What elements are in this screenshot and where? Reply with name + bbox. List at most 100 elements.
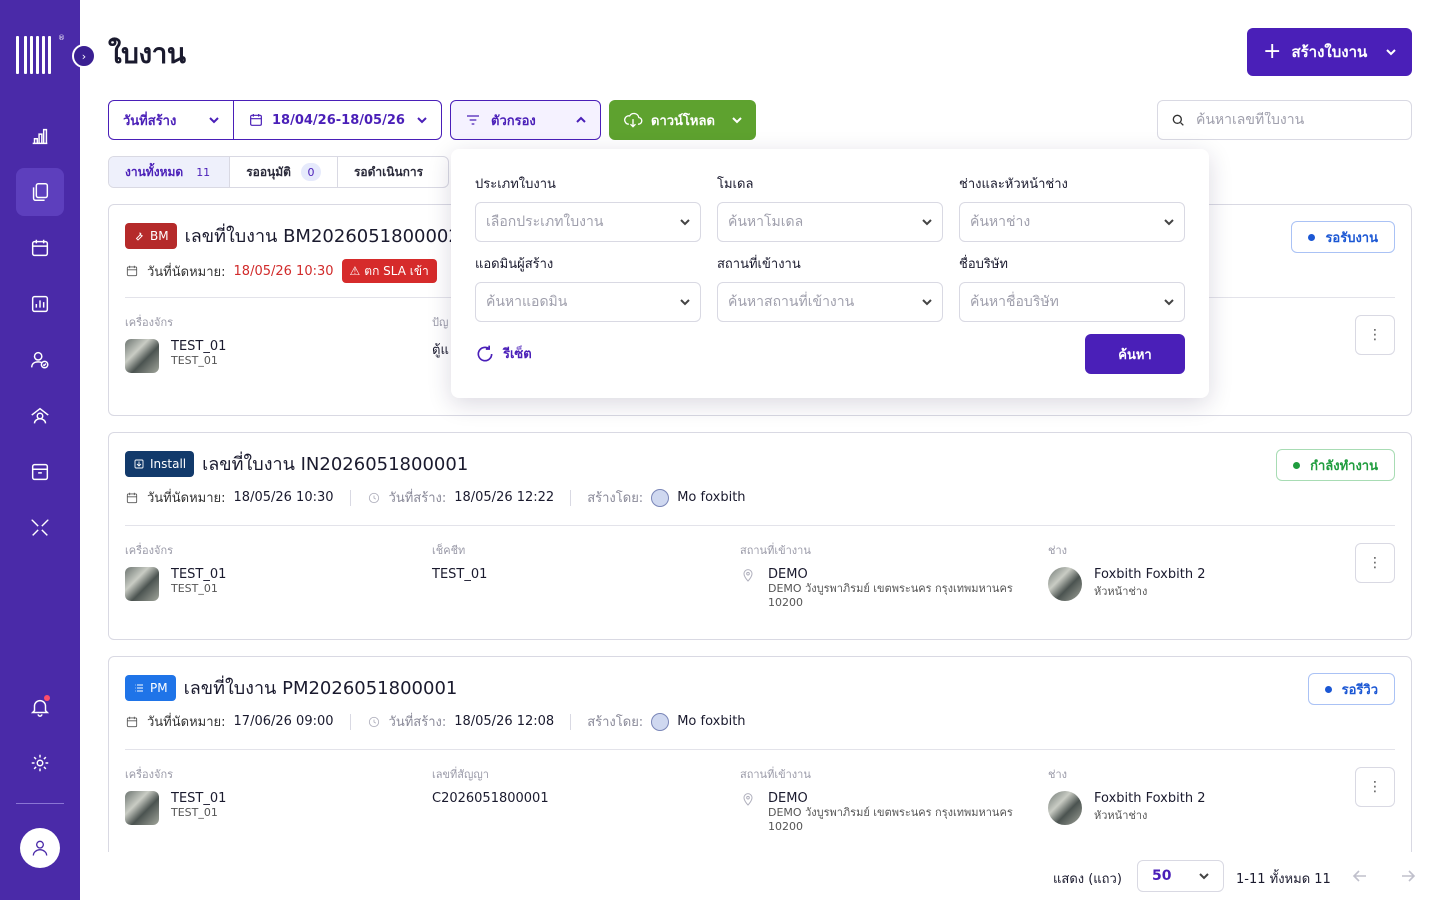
type-badge: BM bbox=[125, 222, 177, 249]
date-range-picker[interactable]: 18/04/26-18/05/26 bbox=[234, 101, 441, 139]
search-label: ค้นหา bbox=[1118, 347, 1152, 363]
admin-select[interactable]: ค้นหาแอดมิน bbox=[475, 282, 701, 322]
prev-page-button[interactable] bbox=[1350, 866, 1370, 886]
location-select[interactable]: ค้นหาสถานที่เข้างาน bbox=[717, 282, 943, 322]
pagination-range: 1-11 ทั้งหมด 11 bbox=[1236, 872, 1331, 887]
checksheet-value: TEST_01 bbox=[432, 567, 488, 582]
created-by-value: Mo foxbith bbox=[677, 490, 746, 505]
select-placeholder: เลือกประเภทใบงาน bbox=[486, 214, 604, 230]
cloud-download-icon bbox=[624, 112, 643, 128]
pagination-bar: แสดง (แถว) 50 1-11 ทั้งหมด 11 bbox=[80, 852, 1440, 900]
type-badge: PM bbox=[125, 674, 176, 701]
column-label: ช่าง bbox=[1048, 544, 1068, 557]
profile-avatar[interactable] bbox=[20, 828, 60, 868]
search-input[interactable] bbox=[1196, 112, 1396, 128]
list-icon bbox=[135, 684, 143, 691]
tab-pending[interactable]: รอดำเนินการ bbox=[338, 157, 448, 187]
tab-count: 0 bbox=[300, 163, 321, 181]
more-options-button[interactable]: ⋮ bbox=[1355, 767, 1395, 807]
select-placeholder: ค้นหาช่าง bbox=[970, 214, 1031, 230]
tab-label: งานทั้งหมด bbox=[125, 164, 184, 179]
work-order-card[interactable]: PM เลขที่ใบงาน PM2026051800001 วันที่นัด… bbox=[108, 656, 1412, 864]
technician-select[interactable]: ค้นหาช่าง bbox=[959, 202, 1185, 242]
sidebar-item-reports[interactable] bbox=[16, 280, 64, 328]
select-placeholder: ค้นหาสถานที่เข้างาน bbox=[728, 294, 855, 310]
sidebar-item-users[interactable] bbox=[16, 336, 64, 384]
location-address: DEMO วังบูรพาภิรมย์ เขตพระนคร กรุงเทพมหา… bbox=[768, 582, 1013, 609]
filter-model: โมเดล ค้นหาโมเดล bbox=[717, 173, 943, 242]
chevron-down-icon bbox=[922, 217, 932, 227]
chevron-down-icon bbox=[1386, 47, 1396, 57]
problem-column: ปัญ ตู้แ bbox=[432, 313, 449, 360]
machine-column: เครื่องจักร TEST_01 TEST_01 bbox=[125, 541, 226, 601]
tab-pending-approval[interactable]: รออนุมัติ 0 bbox=[230, 157, 338, 187]
chevron-down-icon bbox=[1164, 297, 1174, 307]
wrench-icon bbox=[135, 231, 143, 241]
rows-per-page-select[interactable]: 50 bbox=[1137, 860, 1224, 892]
sidebar-item-dashboard[interactable] bbox=[16, 112, 64, 160]
work-order-number[interactable]: เลขที่ใบงาน IN2026051800001 bbox=[202, 449, 468, 478]
created-by-value: Mo foxbith bbox=[677, 714, 746, 729]
filter-location: สถานที่เข้างาน ค้นหาสถานที่เข้างาน bbox=[717, 253, 943, 322]
sidebar-item-inventory[interactable] bbox=[16, 448, 64, 496]
filter-label: ประเภทใบงาน bbox=[475, 177, 556, 192]
appointment-label: วันที่นัดหมาย: bbox=[147, 491, 226, 506]
card-header: BM เลขที่ใบงาน BM2026051800002 bbox=[125, 221, 460, 250]
archive-icon bbox=[31, 463, 49, 481]
work-order-card[interactable]: Install เลขที่ใบงาน IN2026051800001 วันท… bbox=[108, 432, 1412, 640]
notifications-button[interactable] bbox=[16, 683, 64, 731]
settings-button[interactable] bbox=[16, 739, 64, 787]
sidebar-item-sites[interactable] bbox=[16, 392, 64, 440]
filter-search-button[interactable]: ค้นหา bbox=[1085, 334, 1185, 374]
appointment-value: 18/05/26 10:30 bbox=[233, 263, 334, 279]
clock-icon bbox=[368, 716, 379, 727]
sidebar-item-tools[interactable] bbox=[16, 504, 64, 552]
filter-technician: ช่างและหัวหน้าช่าง ค้นหาช่าง bbox=[959, 173, 1185, 242]
created-label: วันที่สร้าง: bbox=[388, 715, 447, 730]
column-label: เครื่องจักร bbox=[125, 316, 174, 329]
page-title: ใบงาน bbox=[108, 37, 186, 70]
type-badge: Install bbox=[125, 450, 195, 477]
sidebar-collapse-button[interactable]: › bbox=[72, 44, 96, 68]
more-options-button[interactable]: ⋮ bbox=[1355, 543, 1395, 583]
date-type-select[interactable]: วันที่สร้าง bbox=[109, 101, 234, 139]
work-order-type-select[interactable]: เลือกประเภทใบงาน bbox=[475, 202, 701, 242]
next-page-button[interactable] bbox=[1398, 866, 1418, 886]
filter-label: ช่างและหัวหน้าช่าง bbox=[959, 177, 1068, 192]
calendar-icon bbox=[126, 716, 138, 727]
filter-company: ชื่อบริษัท ค้นหาชื่อบริษัท bbox=[959, 253, 1185, 322]
technician-role: หัวหน้าช่าง bbox=[1094, 585, 1148, 598]
company-select[interactable]: ค้นหาชื่อบริษัท bbox=[959, 282, 1185, 322]
tab-label: รออนุมัติ bbox=[246, 164, 291, 179]
kebab-icon: ⋮ bbox=[1368, 779, 1382, 795]
sla-label: ตก SLA เข้า bbox=[364, 263, 429, 278]
arrow-left-icon bbox=[1352, 870, 1366, 882]
technician-role: หัวหน้าช่าง bbox=[1094, 809, 1148, 822]
sidebar-item-work-orders[interactable] bbox=[16, 168, 64, 216]
filter-button[interactable]: ตัวกรอง bbox=[450, 100, 601, 140]
sidebar-nav bbox=[16, 112, 64, 560]
status-dot bbox=[1308, 233, 1316, 241]
contract-value: C2026051800001 bbox=[432, 791, 549, 806]
meta-separator bbox=[570, 713, 572, 730]
tab-all[interactable]: งานทั้งหมด 11 bbox=[109, 157, 231, 187]
card-header: PM เลขที่ใบงาน PM2026051800001 bbox=[125, 673, 457, 702]
filter-label: สถานที่เข้างาน bbox=[717, 257, 801, 272]
user-icon bbox=[32, 840, 48, 856]
download-button[interactable]: ดาวน์โหลด bbox=[609, 100, 756, 140]
sidebar-item-calendar[interactable] bbox=[16, 224, 64, 272]
more-options-button[interactable]: ⋮ bbox=[1355, 315, 1395, 355]
reset-button[interactable]: รีเซ็ต bbox=[475, 343, 532, 364]
contract-column: เลขที่สัญญา C2026051800001 bbox=[432, 765, 549, 806]
work-order-number[interactable]: เลขที่ใบงาน PM2026051800001 bbox=[184, 673, 458, 702]
create-work-order-button[interactable]: + สร้างใบงาน bbox=[1247, 28, 1412, 76]
model-select[interactable]: ค้นหาโมเดล bbox=[717, 202, 943, 242]
filter-label: ตัวกรอง bbox=[491, 113, 536, 129]
meta-separator bbox=[570, 489, 572, 506]
work-order-number[interactable]: เลขที่ใบงาน BM2026051800002 bbox=[185, 221, 460, 250]
home-user-icon bbox=[31, 407, 49, 424]
calendar-icon bbox=[126, 265, 138, 277]
report-icon bbox=[31, 295, 49, 313]
location-name: DEMO bbox=[768, 791, 808, 806]
creator-avatar bbox=[651, 712, 670, 731]
